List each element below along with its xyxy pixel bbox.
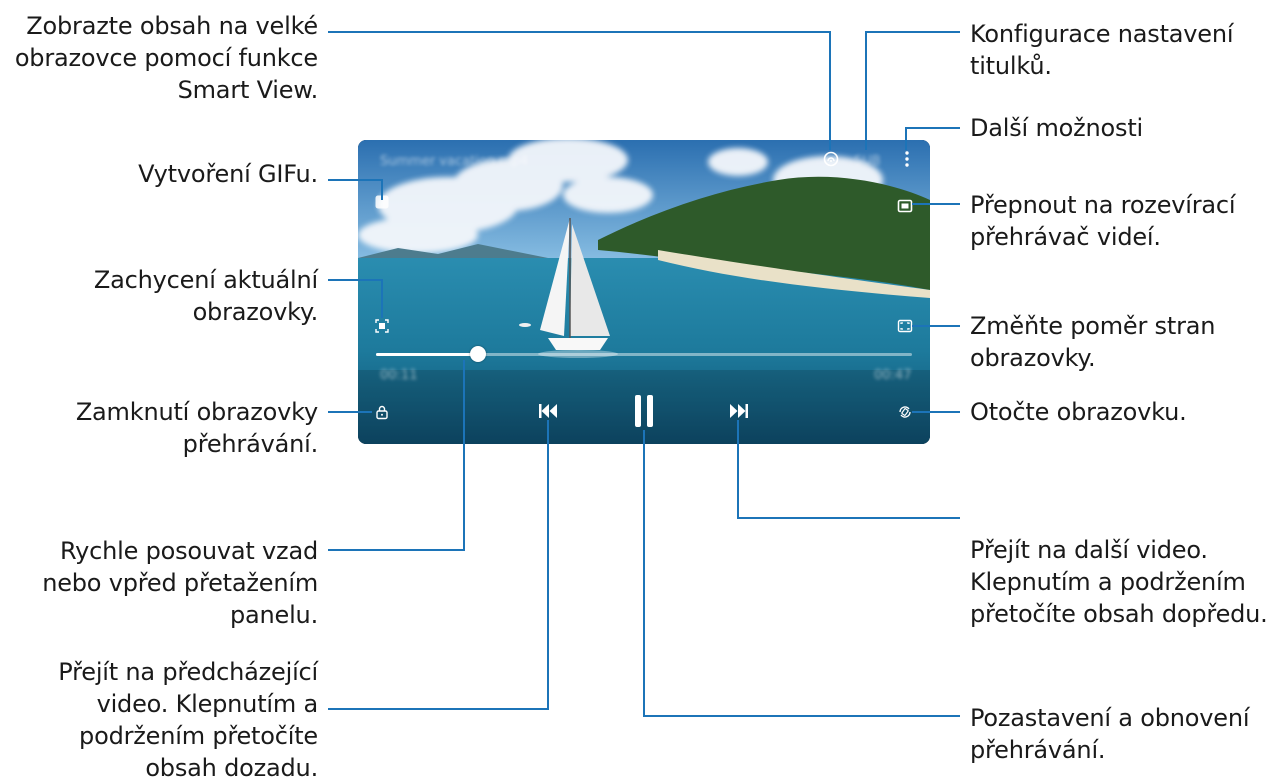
seek-bar-progress — [376, 353, 478, 356]
callout-lock: Zamknutí obrazovky přehrávání. — [75, 398, 318, 458]
seek-bar[interactable] — [376, 346, 912, 362]
skip-previous-icon[interactable] — [536, 399, 560, 423]
lock-icon[interactable] — [372, 402, 392, 422]
total-duration: 00:47 — [874, 368, 912, 383]
callout-aspect-ratio: Změňte poměr stran obrazovky. — [970, 312, 1216, 372]
leader-pause — [643, 430, 960, 717]
leader-smart-view — [328, 31, 831, 150]
callout-popup-player: Přepnout na rozevírací přehrávač videí. — [970, 191, 1236, 251]
callout-previous: Přejít na předcházející video. Klepnutím… — [58, 658, 318, 782]
callout-gif: Vytvoření GIFu. — [138, 160, 318, 188]
leader-previous — [328, 420, 549, 710]
gif-icon[interactable] — [372, 192, 392, 212]
pause-icon[interactable] — [630, 394, 658, 428]
more-vertical-icon[interactable] — [900, 146, 914, 172]
callout-smart-view: Zobrazte obsah na velké obrazovce pomocí… — [14, 12, 318, 104]
leader-subtitles — [865, 31, 960, 150]
seek-bar-thumb[interactable] — [469, 346, 486, 362]
callout-next: Přejít na další video. Klepnutím a podrž… — [970, 536, 1268, 628]
callout-rotate: Otočte obrazovku. — [970, 398, 1187, 426]
smart-view-icon[interactable] — [818, 146, 844, 172]
callout-subtitles: Konfigurace nastavení titulků. — [970, 20, 1234, 80]
callout-seek: Rychle posouvat vzad nebo vpřed přetažen… — [42, 537, 318, 629]
rotate-icon[interactable] — [895, 402, 915, 422]
skip-next-icon[interactable] — [727, 399, 751, 423]
popup-player-icon[interactable] — [895, 196, 915, 216]
capture-icon[interactable] — [372, 316, 392, 336]
callout-more-options: Další možnosti — [970, 114, 1143, 142]
elapsed-time: 00:11 — [380, 368, 418, 383]
video-title: Summer vacation mp4 — [380, 154, 529, 169]
subtitle-button-label[interactable]: SUB — [854, 154, 881, 169]
video-player-screen[interactable]: Summer vacation mp4 SUB 00:11 00:47 — [358, 140, 930, 444]
callout-capture: Zachycení aktuální obrazovky. — [93, 266, 318, 326]
aspect-ratio-icon[interactable] — [895, 316, 915, 336]
callout-pause: Pozastavení a obnovení přehrávání. — [970, 704, 1250, 764]
